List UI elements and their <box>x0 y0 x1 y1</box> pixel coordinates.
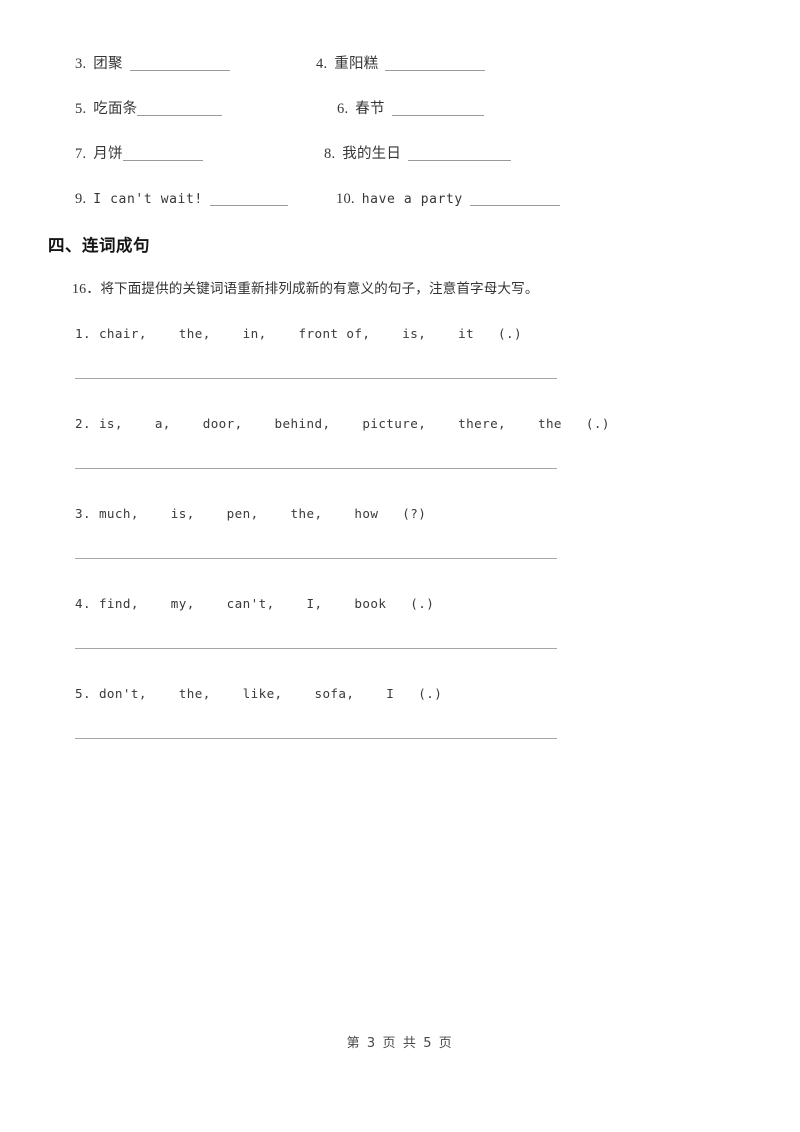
fill-item-7: 7. 月饼 <box>75 144 203 164</box>
reorder-question-3: 3. much, is, pen, the, how (?) <box>0 506 800 596</box>
reorder-question-1: 1. chair, the, in, front of, is, it (.) <box>0 326 800 416</box>
fill-item-number: 8. <box>324 146 336 162</box>
answer-blank-3[interactable] <box>129 57 230 71</box>
answer-blank-8[interactable] <box>408 147 512 161</box>
fill-item-10: 10. have a party <box>336 189 560 210</box>
fill-item-8: 8. 我的生日 <box>324 144 512 164</box>
answer-blank-4[interactable] <box>385 57 486 71</box>
reorder-question-text: 5. don't, the, like, sofa, I (.) <box>75 686 442 701</box>
exam-page: 3. 团聚 4. 重阳糕 5. 吃面条 6. 春节 7. 月饼 8. 我的生日 <box>0 0 800 1132</box>
page-footer: 第 3 页 共 5 页 <box>346 1036 454 1051</box>
instruction-text: 将下面提供的关键词语重新排列成新的有意义的句子，注意首字母大写。 <box>100 281 539 297</box>
reorder-answer-line-5[interactable] <box>75 738 557 739</box>
fill-item-prompt: 团聚 <box>93 56 123 72</box>
reorder-question-5: 5. don't, the, like, sofa, I (.) <box>0 686 800 776</box>
reorder-question-number: 1. <box>75 326 91 341</box>
reorder-question-words: is, a, door, behind, picture, there, the… <box>98 416 610 431</box>
reorder-question-text: 2. is, a, door, behind, picture, there, … <box>75 416 610 431</box>
instruction-index: 16． <box>72 282 101 297</box>
reorder-question-text: 4. find, my, can't, I, book (.) <box>75 596 434 611</box>
fill-item-number: 4. <box>316 56 328 72</box>
reorder-question-number: 3. <box>75 506 91 521</box>
fill-item-6: 6. 春节 <box>337 99 484 119</box>
fill-item-number: 10. <box>336 191 355 207</box>
fill-item-prompt: 春节 <box>355 101 385 117</box>
reorder-question-text: 1. chair, the, in, front of, is, it (.) <box>75 326 522 341</box>
fill-item-4: 4. 重阳糕 <box>316 54 486 74</box>
fill-row: 3. 团聚 4. 重阳糕 <box>0 44 800 89</box>
fill-item-prompt: 月饼 <box>93 146 123 162</box>
fill-item-9: 9. I can't wait! <box>75 189 288 210</box>
reorder-answer-line-4[interactable] <box>75 648 557 649</box>
fill-item-prompt: 吃面条 <box>93 101 138 117</box>
reorder-question-4: 4. find, my, can't, I, book (.) <box>0 596 800 686</box>
answer-blank-10[interactable] <box>469 192 560 206</box>
fill-item-prompt: 我的生日 <box>342 146 402 162</box>
fill-item-prompt: 重阳糕 <box>334 56 379 72</box>
reorder-question-number: 4. <box>75 596 91 611</box>
fill-item-number: 7. <box>75 146 87 162</box>
reorder-question-text: 3. much, is, pen, the, how (?) <box>75 506 426 521</box>
reorder-question-list: 1. chair, the, in, front of, is, it (.) … <box>0 326 800 776</box>
answer-blank-7[interactable] <box>122 147 203 161</box>
fill-item-5: 5. 吃面条 <box>75 99 223 119</box>
fill-row: 7. 月饼 8. 我的生日 <box>0 134 800 179</box>
reorder-answer-line-2[interactable] <box>75 468 557 469</box>
fill-item-3: 3. 团聚 <box>75 54 230 74</box>
reorder-question-number: 2. <box>75 416 91 431</box>
reorder-answer-line-1[interactable] <box>75 378 557 379</box>
reorder-question-words: much, is, pen, the, how (?) <box>98 506 427 521</box>
reorder-question-words: find, my, can't, I, book (.) <box>98 596 435 611</box>
fill-item-number: 9. <box>75 191 87 207</box>
answer-blank-5[interactable] <box>137 102 223 116</box>
fill-item-number: 6. <box>337 101 349 117</box>
fill-in-blank-section: 3. 团聚 4. 重阳糕 5. 吃面条 6. 春节 7. 月饼 8. 我的生日 <box>0 44 800 224</box>
reorder-question-words: chair, the, in, front of, is, it (.) <box>98 326 523 341</box>
reorder-question-number: 5. <box>75 686 91 701</box>
reorder-question-words: don't, the, like, sofa, I (.) <box>98 686 443 701</box>
fill-row: 5. 吃面条 6. 春节 <box>0 89 800 134</box>
section-instruction: 16．将下面提供的关键词语重新排列成新的有意义的句子，注意首字母大写。 <box>72 277 539 298</box>
answer-blank-6[interactable] <box>391 102 484 116</box>
fill-item-number: 3. <box>75 56 87 72</box>
reorder-question-2: 2. is, a, door, behind, picture, there, … <box>0 416 800 506</box>
section-heading: 四、连词成句 <box>48 236 150 255</box>
fill-item-prompt: I can't wait! <box>93 192 203 207</box>
fill-row: 9. I can't wait! 10. have a party <box>0 179 800 224</box>
fill-item-number: 5. <box>75 101 87 117</box>
fill-item-prompt: have a party <box>361 192 463 207</box>
reorder-answer-line-3[interactable] <box>75 558 557 559</box>
answer-blank-9[interactable] <box>209 192 288 206</box>
